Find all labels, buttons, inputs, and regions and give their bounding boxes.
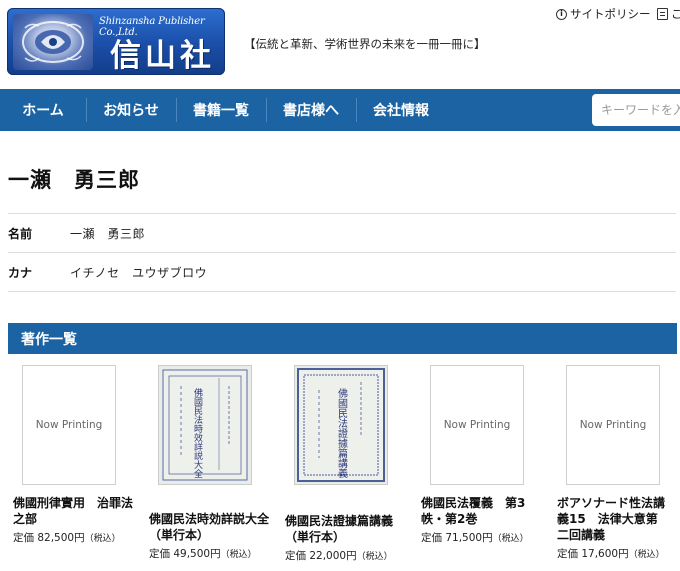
nav-item-books[interactable]: 書籍一覧	[176, 89, 266, 131]
nav-item-news[interactable]: お知らせ	[86, 89, 176, 131]
main-nav: ホーム お知らせ 書籍一覧 書店様へ 会社情報	[0, 89, 680, 131]
second-util-label: こ	[671, 7, 680, 21]
book-cover[interactable]: 佛國民法時效詳説大全	[158, 365, 252, 485]
book-title[interactable]: 佛國民法覆義 第3帙・第2巻	[421, 495, 545, 527]
book-cover[interactable]: 佛國民法證據篇講義	[294, 365, 388, 485]
book-price: 定価 17,600円（税込）	[557, 546, 665, 561]
price-tax: （税込）	[356, 552, 393, 562]
book-title[interactable]: ボアソナード性法講義15 法律大意第二回講義	[557, 495, 669, 543]
book-title[interactable]: 佛國刑律實用 治罪法之部	[13, 495, 137, 527]
nav-item-home[interactable]: ホーム	[0, 89, 86, 131]
site-policy-label: サイトポリシー	[570, 7, 651, 21]
book-title[interactable]: 佛國民法證據篇講義（単行本）	[285, 513, 409, 545]
book-price: 定価 22,000円（税込）	[285, 548, 393, 563]
price-tax: （税込）	[220, 550, 257, 560]
info-value: イチノセ ユウザブロウ	[70, 265, 208, 280]
price-value: 定価 71,500円	[421, 532, 493, 544]
book-cover[interactable]: Now Printing	[22, 365, 116, 485]
works-section-heading: 著作一覧	[8, 323, 677, 354]
info-row-kana: カナ イチノセ ユウザブロウ	[8, 253, 676, 292]
book-price: 定価 49,500円（税込）	[149, 546, 257, 561]
book-cover-art: 佛國民法時效詳説大全	[162, 369, 248, 481]
second-util-link[interactable]: こ	[657, 6, 680, 22]
page-title: 一瀬 勇三郎	[8, 168, 140, 192]
site-tagline: 【伝統と革新、学術世界の未来を一冊一冊に】	[244, 37, 486, 51]
info-key: カナ	[8, 265, 33, 280]
price-tax: （税込）	[628, 550, 665, 560]
book-title[interactable]: 佛國民法時効詳説大全（単行本）	[149, 511, 273, 543]
price-value: 定価 49,500円	[149, 548, 221, 560]
search-input[interactable]	[592, 94, 680, 126]
info-key: 名前	[8, 226, 33, 241]
logo-japanese-name: 信山社	[110, 38, 215, 74]
price-tax: （税込）	[492, 534, 529, 544]
price-value: 定価 82,500円	[13, 532, 85, 544]
nav-item-bookstores[interactable]: 書店様へ	[266, 89, 356, 131]
price-value: 定価 22,000円	[285, 550, 357, 562]
site-logo[interactable]: Shinzansha Publisher Co.,Ltd. 信山社	[7, 8, 225, 75]
price-tax: （税込）	[84, 534, 121, 544]
book-cover[interactable]: Now Printing	[430, 365, 524, 485]
cover-title: 佛國民法時效詳説大全	[192, 387, 203, 478]
book-cover-art: 佛國民法證據篇講義	[297, 368, 385, 482]
author-info-table: 名前 一瀬 勇三郎 カナ イチノセ ユウザブロウ	[8, 213, 676, 292]
site-header: Shinzansha Publisher Co.,Ltd. 信山社 【伝統と革新…	[0, 0, 680, 88]
info-row-name: 名前 一瀬 勇三郎	[8, 214, 676, 253]
nav-item-company[interactable]: 会社情報	[356, 89, 446, 131]
info-value: 一瀬 勇三郎	[70, 226, 146, 241]
book-price: 定価 71,500円（税込）	[421, 530, 529, 545]
info-icon: i	[556, 8, 567, 20]
site-policy-link[interactable]: i サイトポリシー	[556, 6, 651, 22]
book-price: 定価 82,500円（税込）	[13, 530, 121, 545]
price-value: 定価 17,600円	[557, 548, 629, 560]
document-icon	[657, 8, 668, 20]
cover-title: 佛國民法證據篇講義	[336, 387, 348, 478]
logo-emblem-icon	[13, 14, 93, 70]
book-cover[interactable]: Now Printing	[566, 365, 660, 485]
